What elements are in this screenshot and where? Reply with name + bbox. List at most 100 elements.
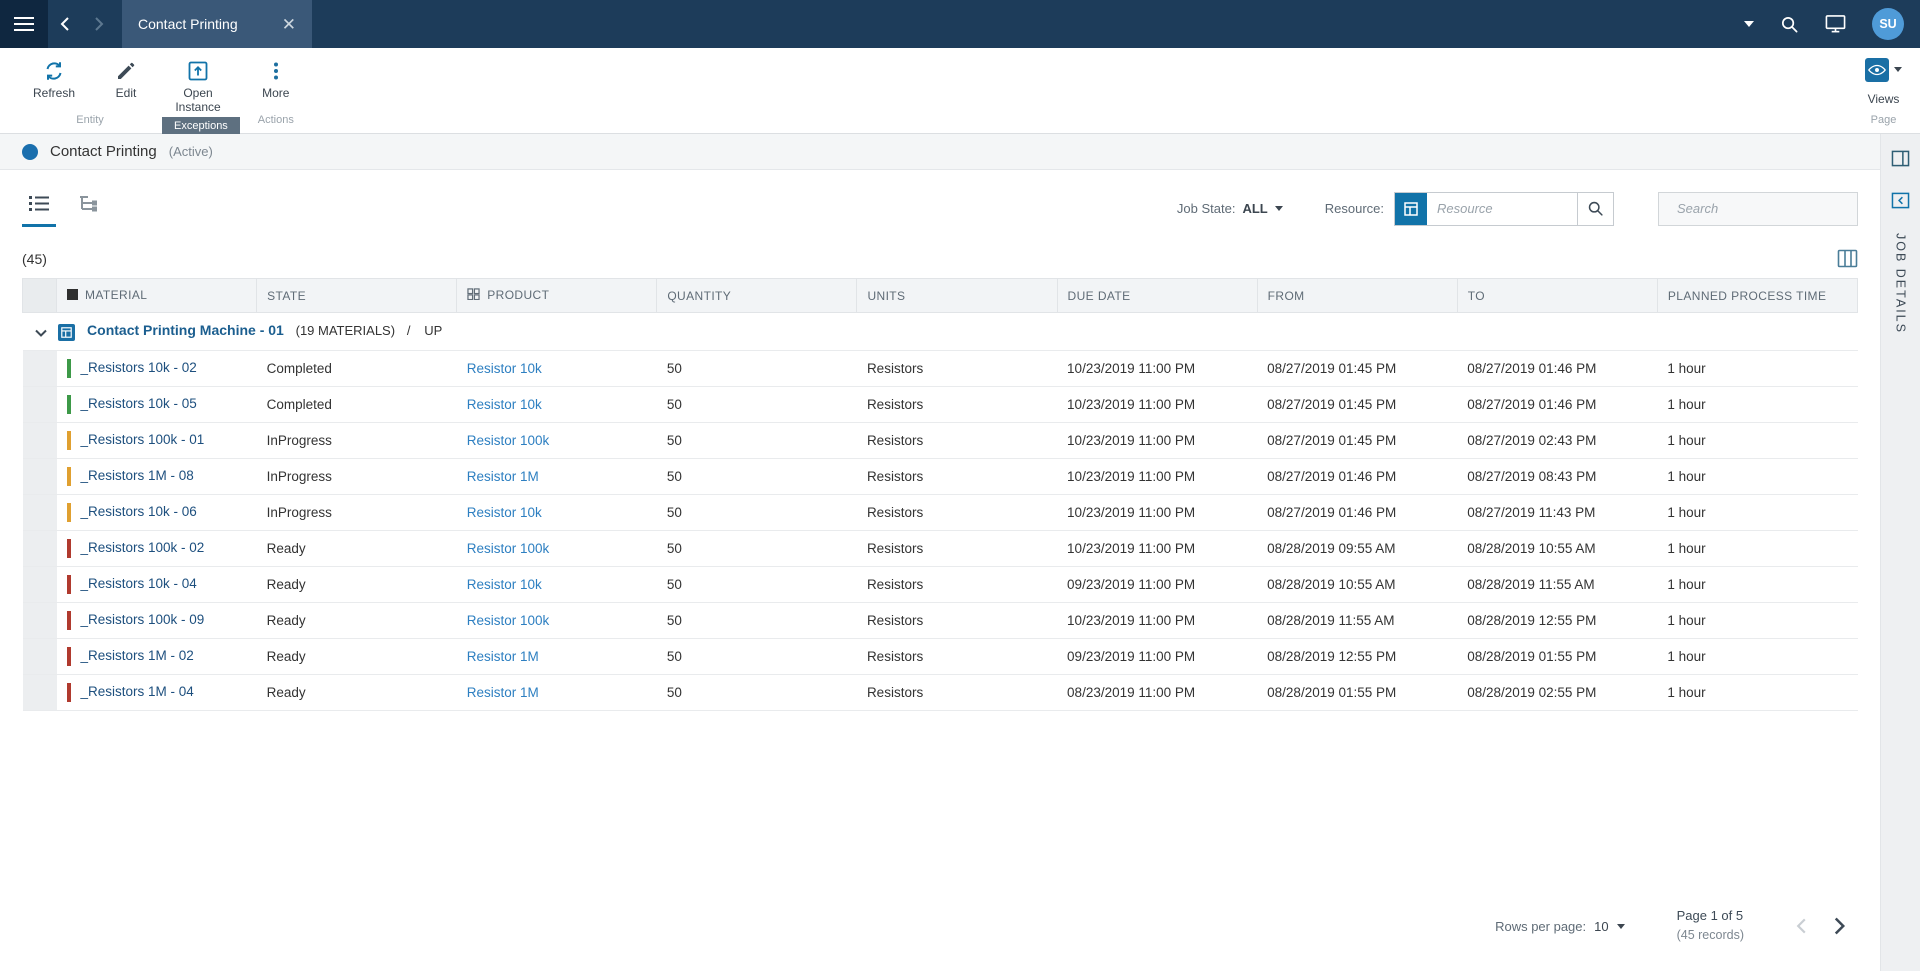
col-header-to[interactable]: TO [1456,278,1658,313]
pagination-footer: Rows per page: 10 Page 1 of 5 (45 record… [22,889,1858,971]
material-link[interactable]: _Resistors 100k - 02 [81,540,205,555]
table-row[interactable]: _Resistors 1M - 08 InProgress Resistor 1… [22,458,1858,495]
cell-units: Resistors [856,494,1058,531]
cell-planned-process-time: 1 hour [1657,494,1858,531]
cell-product: Resistor 10k [456,386,657,423]
tab-contact-printing[interactable]: Contact Printing ✕ [122,0,312,48]
product-link[interactable]: Resistor 10k [467,505,542,520]
group-label-page: Page [1870,114,1897,126]
tree-view-toggle[interactable] [72,190,106,227]
monitor-icon[interactable] [1825,14,1846,34]
product-link[interactable]: Resistor 10k [467,397,542,412]
resource-input[interactable] [1427,192,1577,225]
user-avatar[interactable]: SU [1872,8,1904,40]
product-link[interactable]: Resistor 1M [467,685,539,700]
table-row[interactable]: _Resistors 100k - 01 InProgress Resistor… [22,422,1858,459]
cell-state: Ready [256,566,457,603]
table-row[interactable]: _Resistors 10k - 06 InProgress Resistor … [22,494,1858,531]
cell-quantity: 50 [656,350,857,387]
cell-product: Resistor 1M [456,674,657,711]
material-link[interactable]: _Resistors 10k - 04 [81,576,197,591]
edit-button[interactable]: Edit [90,58,162,103]
panel-layout-icon[interactable] [1881,143,1920,173]
product-link[interactable]: Resistor 100k [467,433,550,448]
cell-material: _Resistors 10k - 04 [56,566,257,603]
back-button[interactable] [48,0,82,48]
resource-group-row[interactable]: Contact Printing Machine - 01 (19 MATERI… [22,312,1858,351]
cell-material: _Resistors 1M - 04 [56,674,257,711]
table-row[interactable]: _Resistors 1M - 02 Ready Resistor 1M 50 … [22,638,1858,675]
resource-search-button[interactable] [1577,192,1613,225]
row-gutter [22,422,57,459]
chevron-right-icon [1834,917,1846,935]
cell-quantity: 50 [656,530,857,567]
hamburger-menu-icon[interactable] [0,0,48,48]
col-header-due-date[interactable]: DUE DATE [1056,278,1258,313]
eye-icon [1865,58,1889,82]
material-link[interactable]: _Resistors 1M - 04 [81,684,194,699]
resource-group-name[interactable]: Contact Printing Machine - 01 [87,322,284,338]
product-link[interactable]: Resistor 100k [467,541,550,556]
cell-product: Resistor 10k [456,494,657,531]
next-page-button[interactable] [1833,916,1846,936]
collapse-chevron-icon[interactable] [34,325,47,340]
col-header-from[interactable]: FROM [1256,278,1458,313]
search-icon[interactable] [1780,15,1799,34]
product-link[interactable]: Resistor 1M [467,469,539,484]
search-input[interactable] [1677,201,1855,216]
col-header-material[interactable]: MATERIAL [55,278,258,313]
views-button[interactable] [1865,58,1902,82]
col-header-planned-process-time[interactable]: PLANNED PROCESS TIME [1656,278,1858,313]
resource-group-state: UP [424,323,443,338]
material-link[interactable]: _Resistors 10k - 02 [81,360,197,375]
list-view-toggle[interactable] [22,190,56,227]
previous-page-button[interactable] [1796,917,1807,935]
cell-from: 08/28/2019 11:55 AM [1257,602,1458,639]
product-link[interactable]: Resistor 10k [467,577,542,592]
cell-from: 08/27/2019 01:45 PM [1257,386,1458,423]
column-chooser-icon[interactable] [1837,249,1858,268]
refresh-icon [46,62,62,80]
job-details-tab[interactable]: JOB DETAILS [1894,233,1908,334]
table-row[interactable]: _Resistors 10k - 05 Completed Resistor 1… [22,386,1858,423]
cell-due-date: 10/23/2019 11:00 PM [1057,422,1258,459]
refresh-button[interactable]: Refresh [18,58,90,103]
product-link[interactable]: Resistor 1M [467,649,539,664]
col-header-product[interactable]: PRODUCT [456,278,658,313]
material-link[interactable]: _Resistors 1M - 08 [81,468,194,483]
row-gutter [22,350,57,387]
table-row[interactable]: _Resistors 10k - 04 Ready Resistor 10k 5… [22,566,1858,603]
col-header-state[interactable]: STATE [256,278,458,313]
more-button[interactable]: More [240,58,312,103]
job-state-value: ALL [1242,201,1268,216]
cell-to: 08/27/2019 08:43 PM [1457,458,1658,495]
tab-close-icon[interactable]: ✕ [238,16,296,33]
material-link[interactable]: _Resistors 100k - 09 [81,612,205,627]
material-link[interactable]: _Resistors 10k - 06 [81,504,197,519]
job-state-filter[interactable]: Job State: ALL [1177,201,1283,216]
product-link[interactable]: Resistor 10k [467,361,542,376]
status-indicator [66,395,71,414]
more-dots-icon [273,62,278,80]
material-link[interactable]: _Resistors 1M - 02 [81,648,194,663]
table-row[interactable]: _Resistors 100k - 02 Ready Resistor 100k… [22,530,1858,567]
col-header-units[interactable]: UNITS [856,278,1058,313]
table-row[interactable]: _Resistors 1M - 04 Ready Resistor 1M 50 … [22,674,1858,711]
cell-to: 08/28/2019 10:55 AM [1457,530,1658,567]
cell-due-date: 09/23/2019 11:00 PM [1057,638,1258,675]
select-all-icon[interactable] [67,289,78,303]
col-header-quantity[interactable]: QUANTITY [656,278,858,313]
forward-button[interactable] [82,0,116,48]
cell-to: 08/27/2019 11:43 PM [1457,494,1658,531]
topbar-dropdown-caret-icon[interactable] [1744,21,1754,27]
table-row[interactable]: _Resistors 100k - 09 Ready Resistor 100k… [22,602,1858,639]
material-link[interactable]: _Resistors 100k - 01 [81,432,205,447]
table-row[interactable]: _Resistors 10k - 02 Completed Resistor 1… [22,350,1858,387]
cell-to: 08/28/2019 01:55 PM [1457,638,1658,675]
material-link[interactable]: _Resistors 10k - 05 [81,396,197,411]
open-instance-button[interactable]: Open Instance [162,58,234,117]
rows-per-page-selector[interactable]: Rows per page: 10 [1495,919,1625,934]
product-link[interactable]: Resistor 100k [467,613,550,628]
expand-panel-icon[interactable] [1881,185,1920,215]
cell-to: 08/27/2019 01:46 PM [1457,386,1658,423]
